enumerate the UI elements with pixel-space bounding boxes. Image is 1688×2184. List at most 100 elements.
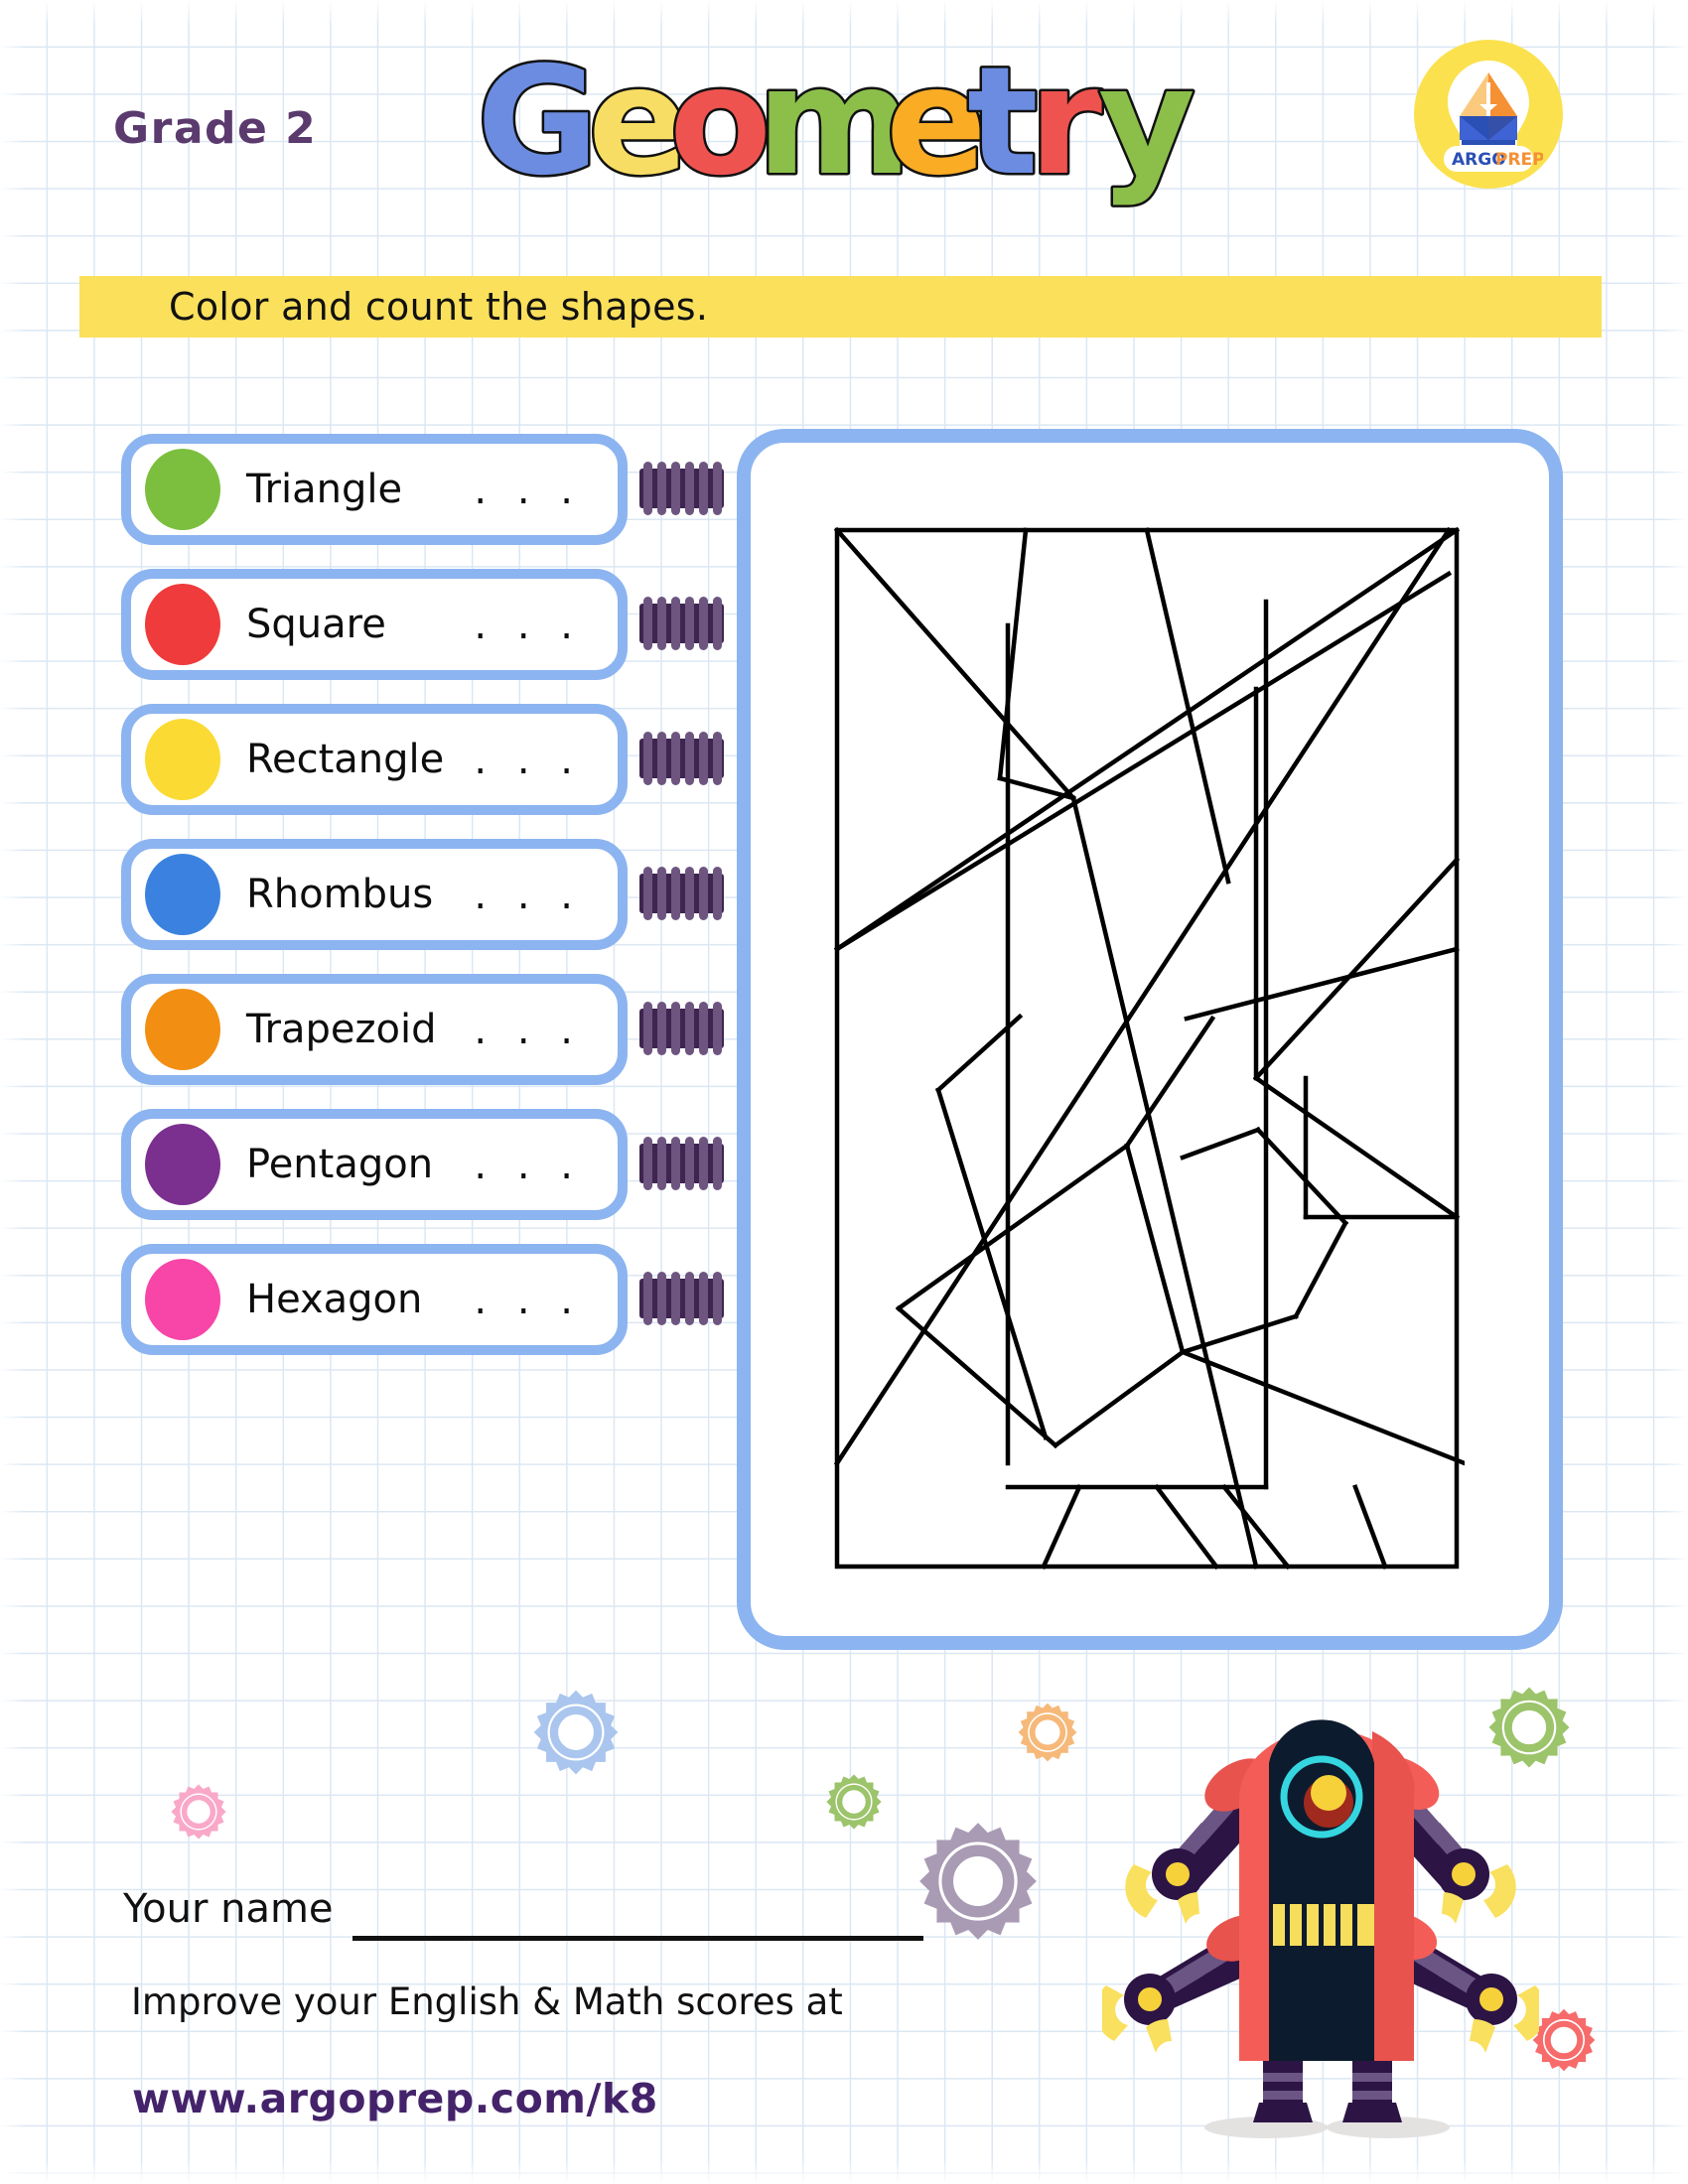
argoprep-logo: ARGO PREP: [1414, 40, 1563, 189]
shape-puzzle-card[interactable]: [737, 429, 1563, 1650]
legend-row[interactable]: Pentagon . . .: [121, 1109, 724, 1220]
gear-icon: [826, 1774, 882, 1830]
binding-rod: [699, 1137, 708, 1190]
binding-rod: [643, 1272, 652, 1325]
title-letter-5: t: [967, 48, 1039, 208]
legend-row[interactable]: Trapezoid . . .: [121, 974, 724, 1085]
binding-rod: [671, 597, 680, 650]
legend-pill-pentagon[interactable]: Pentagon . . .: [121, 1109, 628, 1220]
geometry-title-svg: Geometry: [475, 48, 1198, 211]
binding-rod: [643, 597, 652, 650]
gear-icon: [919, 1823, 1037, 1940]
binding-rod: [685, 1137, 694, 1190]
legend-shape-name: Pentagon: [246, 1142, 434, 1187]
binding-rod: [657, 462, 666, 515]
binding-rod: [671, 462, 680, 515]
binding-rod: [671, 1002, 680, 1055]
binding-rod: [643, 732, 652, 785]
color-swatch-triangle: [145, 449, 220, 530]
binding-rod: [657, 1002, 666, 1055]
binding-rod: [685, 462, 694, 515]
legend-shape-name: Rectangle: [246, 737, 445, 782]
binding-rod: [699, 462, 708, 515]
binding-rod: [699, 867, 708, 920]
color-swatch-pentagon: [145, 1124, 220, 1205]
color-swatch-trapezoid: [145, 989, 220, 1070]
robot-body-shade: [1372, 1731, 1415, 2061]
binding-rod: [713, 867, 722, 920]
answer-blank[interactable]: . . .: [474, 873, 582, 918]
binding-rod: [657, 1272, 666, 1325]
binding-rod: [671, 867, 680, 920]
legend-row[interactable]: Rectangle . . .: [121, 704, 724, 815]
legend-pill-square[interactable]: Square . . .: [121, 569, 628, 680]
spiral-binding: [639, 597, 724, 650]
title-letter-7: y: [1098, 48, 1196, 208]
binding-rod: [685, 732, 694, 785]
worksheet-page: Grade 2 Geometry ARGO PREP Color and cou…: [0, 0, 1688, 2184]
legend-shape-name: Hexagon: [246, 1277, 423, 1322]
spiral-binding: [639, 1272, 724, 1325]
legend-pill-hexagon[interactable]: Hexagon . . .: [121, 1244, 628, 1355]
title-letter-6: r: [1029, 48, 1102, 208]
answer-blank[interactable]: . . .: [474, 468, 582, 513]
robot-svg: [1094, 1719, 1547, 2138]
title-letter-0: G: [477, 48, 599, 208]
color-swatch-hexagon: [145, 1259, 220, 1340]
legend-shape-name: Rhombus: [246, 872, 434, 917]
legend-row[interactable]: Rhombus . . .: [121, 839, 724, 950]
binding-rod: [713, 1272, 722, 1325]
pen-nib-icon: ARGO PREP: [1444, 61, 1543, 172]
instruction-banner: Color and count the shapes.: [79, 276, 1602, 338]
binding-rod: [643, 867, 652, 920]
binding-rod: [671, 1272, 680, 1325]
spiral-binding: [639, 462, 724, 515]
binding-rod: [699, 1272, 708, 1325]
answer-blank[interactable]: . . .: [474, 603, 582, 648]
legend-pill-rhombus[interactable]: Rhombus . . .: [121, 839, 628, 950]
legend-pill-rectangle[interactable]: Rectangle . . .: [121, 704, 628, 815]
color-swatch-rhombus: [145, 854, 220, 935]
binding-rod: [699, 732, 708, 785]
legend-shape-name: Triangle: [246, 467, 403, 512]
answer-blank[interactable]: . . .: [474, 1143, 582, 1188]
legend-row[interactable]: Triangle . . .: [121, 434, 724, 545]
gear-icon: [171, 1784, 226, 1840]
binding-rod: [671, 1137, 680, 1190]
answer-blank[interactable]: . . .: [474, 1008, 582, 1053]
robot-eye-pupil: [1311, 1775, 1346, 1811]
binding-rod: [685, 1272, 694, 1325]
binding-rod: [657, 597, 666, 650]
gear-icon: [1532, 2008, 1596, 2072]
legend-pill-trapezoid[interactable]: Trapezoid . . .: [121, 974, 628, 1085]
binding-rod: [713, 462, 722, 515]
color-swatch-square: [145, 584, 220, 665]
logo-brand-prep: PREP: [1495, 150, 1543, 170]
legend-row[interactable]: Square . . .: [121, 569, 724, 680]
shape-mosaic-svg[interactable]: [829, 522, 1465, 1574]
legend-row[interactable]: Hexagon . . .: [121, 1244, 724, 1355]
binding-rod: [685, 597, 694, 650]
binding-rod: [657, 732, 666, 785]
color-swatch-rectangle: [145, 719, 220, 800]
binding-rod: [671, 732, 680, 785]
robot-mascot: [1094, 1688, 1547, 2144]
robot-face-panel: [1269, 1719, 1374, 2061]
legend-pill-triangle[interactable]: Triangle . . .: [121, 434, 628, 545]
site-url-link[interactable]: www.argoprep.com/k8: [132, 2075, 658, 2122]
binding-rod: [657, 1137, 666, 1190]
legend-shape-name: Square: [246, 602, 386, 647]
gear-icon: [533, 1690, 619, 1775]
improve-text: Improve your English & Math scores at: [131, 1980, 843, 2023]
spiral-binding: [639, 1137, 724, 1190]
grade-label: Grade 2: [113, 103, 318, 154]
binding-rod: [643, 1137, 652, 1190]
binding-rod: [713, 1002, 722, 1055]
binding-rod: [713, 1137, 722, 1190]
robot-grill: [1273, 1904, 1374, 1946]
spiral-binding: [639, 1002, 724, 1055]
answer-blank[interactable]: . . .: [474, 738, 582, 783]
answer-blank[interactable]: . . .: [474, 1278, 582, 1323]
binding-rod: [643, 1002, 652, 1055]
name-input-line[interactable]: [352, 1936, 923, 1941]
